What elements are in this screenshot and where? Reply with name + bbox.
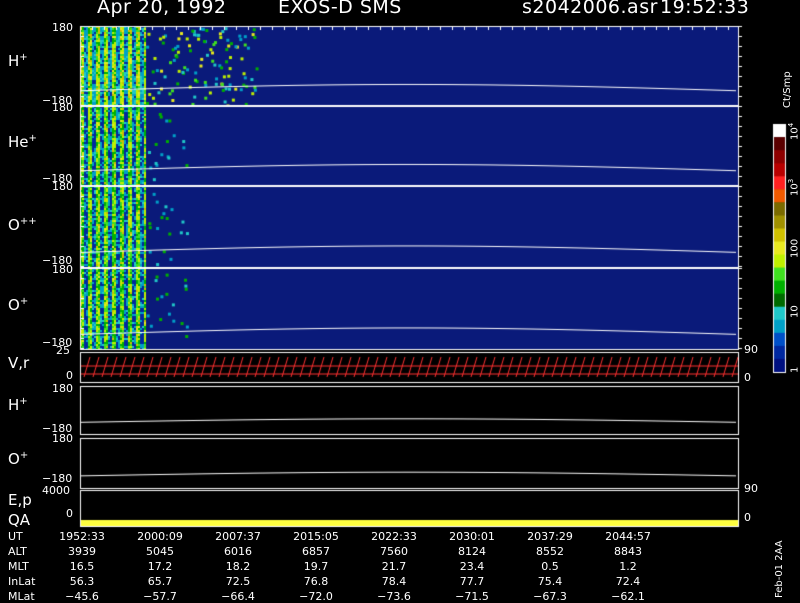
tick-vr-bottom: 0 <box>66 369 73 382</box>
tick-ep-top: 4000 <box>42 484 70 497</box>
table-cell: 17.2 <box>147 560 173 573</box>
colorbar-tick-10000: 104 <box>787 122 800 140</box>
table-cell: 78.4 <box>381 575 407 588</box>
table-cell: 65.7 <box>147 575 173 588</box>
table-cell: 72.5 <box>225 575 251 588</box>
table-cell: 5045 <box>146 545 174 558</box>
table-cell: −71.5 <box>455 590 489 603</box>
tick-opp-top: 180 <box>52 180 73 193</box>
plot-time: 19:52:33 <box>660 0 750 18</box>
table-cell: 21.7 <box>381 560 407 573</box>
table-cell: 18.2 <box>225 560 251 573</box>
footer-note: Feb-01 2AA <box>774 540 785 598</box>
tick-qa-left: 0 <box>66 507 73 520</box>
panel-label-h-plus: H+ <box>8 52 28 70</box>
table-row-label: InLat <box>8 575 36 588</box>
table-cell: −57.7 <box>143 590 177 603</box>
table-row-label: UT <box>8 530 23 543</box>
table-cell: 3939 <box>68 545 96 558</box>
table-cell: 0.5 <box>541 560 559 573</box>
table-cell: 7560 <box>380 545 408 558</box>
table-cell: 2030:01 <box>449 530 495 543</box>
table-cell: −67.3 <box>533 590 567 603</box>
table-cell: 6016 <box>224 545 252 558</box>
panel-label-o-plus: O+ <box>8 296 29 314</box>
table-cell: −62.1 <box>611 590 645 603</box>
instrument-title: EXOS-D SMS <box>278 0 402 18</box>
panel-label-o-plusplus: O++ <box>8 216 37 234</box>
panel-label-qa: QA <box>8 511 31 529</box>
table-cell: −45.6 <box>65 590 99 603</box>
table-cell: 1952:33 <box>59 530 105 543</box>
table-row-label: MLT <box>8 560 29 573</box>
panel-label-o-plus-line: O+ <box>8 450 29 468</box>
table-cell: 8124 <box>458 545 486 558</box>
table-cell: 2007:37 <box>215 530 261 543</box>
table-cell: 1.2 <box>619 560 637 573</box>
tick-hline-top: 180 <box>52 382 73 395</box>
tick-op-top: 180 <box>52 263 73 276</box>
colorbar-tick-100: 100 <box>789 238 800 258</box>
table-cell: 2044:57 <box>605 530 651 543</box>
table-cell: 16.5 <box>69 560 95 573</box>
table-cell: 72.4 <box>615 575 641 588</box>
table-cell: −72.0 <box>299 590 333 603</box>
panel-label-ep: E,p <box>8 491 32 509</box>
table-cell: 2015:05 <box>293 530 339 543</box>
table-cell: 75.4 <box>537 575 563 588</box>
file-name: s2042006.asr <box>522 0 658 18</box>
tick-ep-right: 90 <box>744 482 758 495</box>
panel-label-vr: V,r <box>8 354 30 372</box>
tick-vr-right-bottom: 0 <box>744 371 751 384</box>
table-cell: 56.3 <box>69 575 95 588</box>
table-cell: 2000:09 <box>137 530 183 543</box>
colorbar-title: Ct/Smp <box>782 71 793 108</box>
colorbar-tick-1000: 103 <box>787 178 800 196</box>
panel-label-he-plus: He+ <box>8 133 37 151</box>
tick-vr-top: 25 <box>56 344 70 357</box>
plot-canvas <box>0 0 800 600</box>
table-cell: 6857 <box>302 545 330 558</box>
table-row-label: ALT <box>8 545 27 558</box>
table-cell: −73.6 <box>377 590 411 603</box>
tick-qa-right: 0 <box>744 511 751 524</box>
table-cell: 76.8 <box>303 575 329 588</box>
table-cell: −66.4 <box>221 590 255 603</box>
plot-date: Apr 20, 1992 <box>97 0 227 18</box>
colorbar-tick-10: 10 <box>789 305 800 318</box>
table-cell: 23.4 <box>459 560 485 573</box>
colorbar-tick-1: 1 <box>789 366 800 373</box>
table-cell: 8552 <box>536 545 564 558</box>
table-cell: 2022:33 <box>371 530 417 543</box>
table-cell: 77.7 <box>459 575 485 588</box>
panel-label-h-plus-line: H+ <box>8 396 28 414</box>
tick-he-top: 180 <box>52 101 73 114</box>
tick-oline-top: 180 <box>52 432 73 445</box>
table-cell: 19.7 <box>303 560 329 573</box>
table-cell: 2037:29 <box>527 530 573 543</box>
tick-vr-right-top: 90 <box>744 343 758 356</box>
tick-h-top: 180 <box>52 21 73 34</box>
table-cell: 8843 <box>614 545 642 558</box>
table-row-label: MLat <box>8 590 35 603</box>
